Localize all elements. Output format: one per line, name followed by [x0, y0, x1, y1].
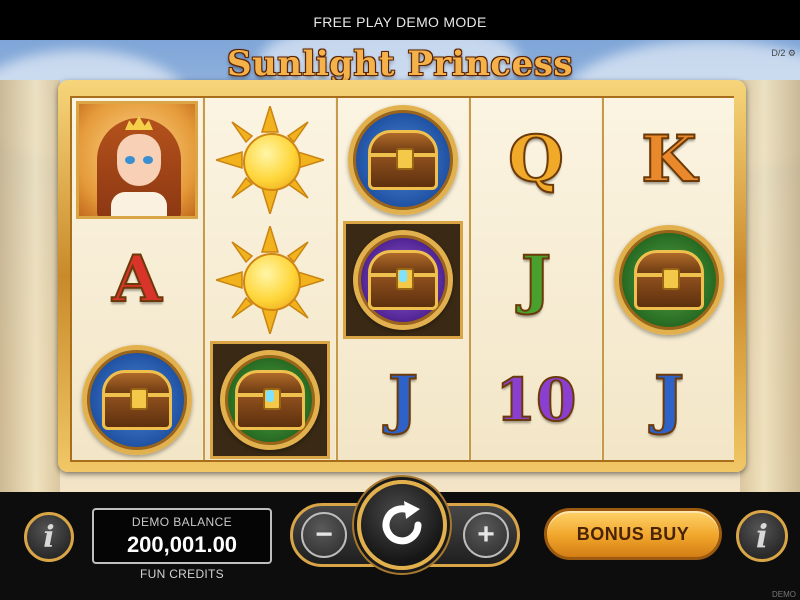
symbol-letter-text: Q — [507, 122, 565, 197]
symbol-chest — [74, 340, 200, 460]
demo-mode-banner: FREE PLAY DEMO MODE — [0, 0, 800, 40]
symbol-letter: K — [606, 100, 732, 220]
symbol-letter-text: K — [640, 122, 698, 197]
bonus-buy-button[interactable]: BONUS BUY — [544, 508, 722, 560]
treasure-chest-icon — [614, 225, 724, 335]
sun-icon — [216, 226, 324, 334]
symbol-letter: J — [473, 220, 599, 340]
info-icon: i — [755, 517, 769, 555]
princess-icon — [76, 101, 198, 219]
symbol-letter-text: A — [111, 242, 163, 317]
symbol-sun — [207, 220, 333, 340]
version-tag: D/2 ⚙ — [771, 48, 796, 58]
symbol-letter-text: J — [653, 362, 685, 437]
info-icon: i — [43, 519, 55, 555]
treasure-chest-icon — [82, 345, 192, 455]
game-title-logo: Sunlight Princess — [226, 44, 574, 84]
fun-credits-label: FUN CREDITS — [140, 567, 224, 581]
treasure-chest-icon — [348, 105, 458, 215]
symbol-letter-text: J — [520, 242, 552, 317]
symbol-letter: J — [340, 340, 466, 460]
symbol-letter-text: J — [387, 362, 419, 437]
balance-label: DEMO BALANCE — [131, 515, 233, 529]
symbol-letter-text: 10 — [495, 366, 578, 434]
reel-frame: A J Q J 10 K J — [58, 80, 746, 472]
treasure-chest-icon — [210, 341, 330, 459]
symbol-letter: Q — [473, 100, 599, 220]
symbol-letter: A — [74, 220, 200, 340]
treasure-chest-icon — [343, 221, 463, 339]
info-button-right[interactable]: i — [736, 510, 788, 562]
symbol-princess — [74, 100, 200, 220]
symbol-chest-framed — [340, 220, 466, 340]
sun-icon — [216, 106, 324, 214]
symbol-chest — [606, 220, 732, 340]
decrease-bet-button[interactable]: − — [301, 512, 347, 558]
symbol-sun — [207, 100, 333, 220]
symbol-chest-framed — [207, 340, 333, 460]
info-button-left[interactable]: i — [24, 512, 74, 562]
demo-balance-display: DEMO BALANCE 200,001.00 — [92, 508, 272, 564]
balance-value: 200,001.00 — [126, 532, 238, 557]
increase-bet-button[interactable]: + — [463, 512, 509, 558]
spin-button[interactable] — [357, 480, 447, 570]
symbol-letter: J — [606, 340, 732, 460]
spin-icon — [382, 501, 422, 545]
reel-grid: A J Q J 10 K J — [70, 96, 734, 462]
demo-tag: DEMO — [772, 590, 796, 599]
symbol-letter: 10 — [473, 340, 599, 460]
symbol-chest — [340, 100, 466, 220]
